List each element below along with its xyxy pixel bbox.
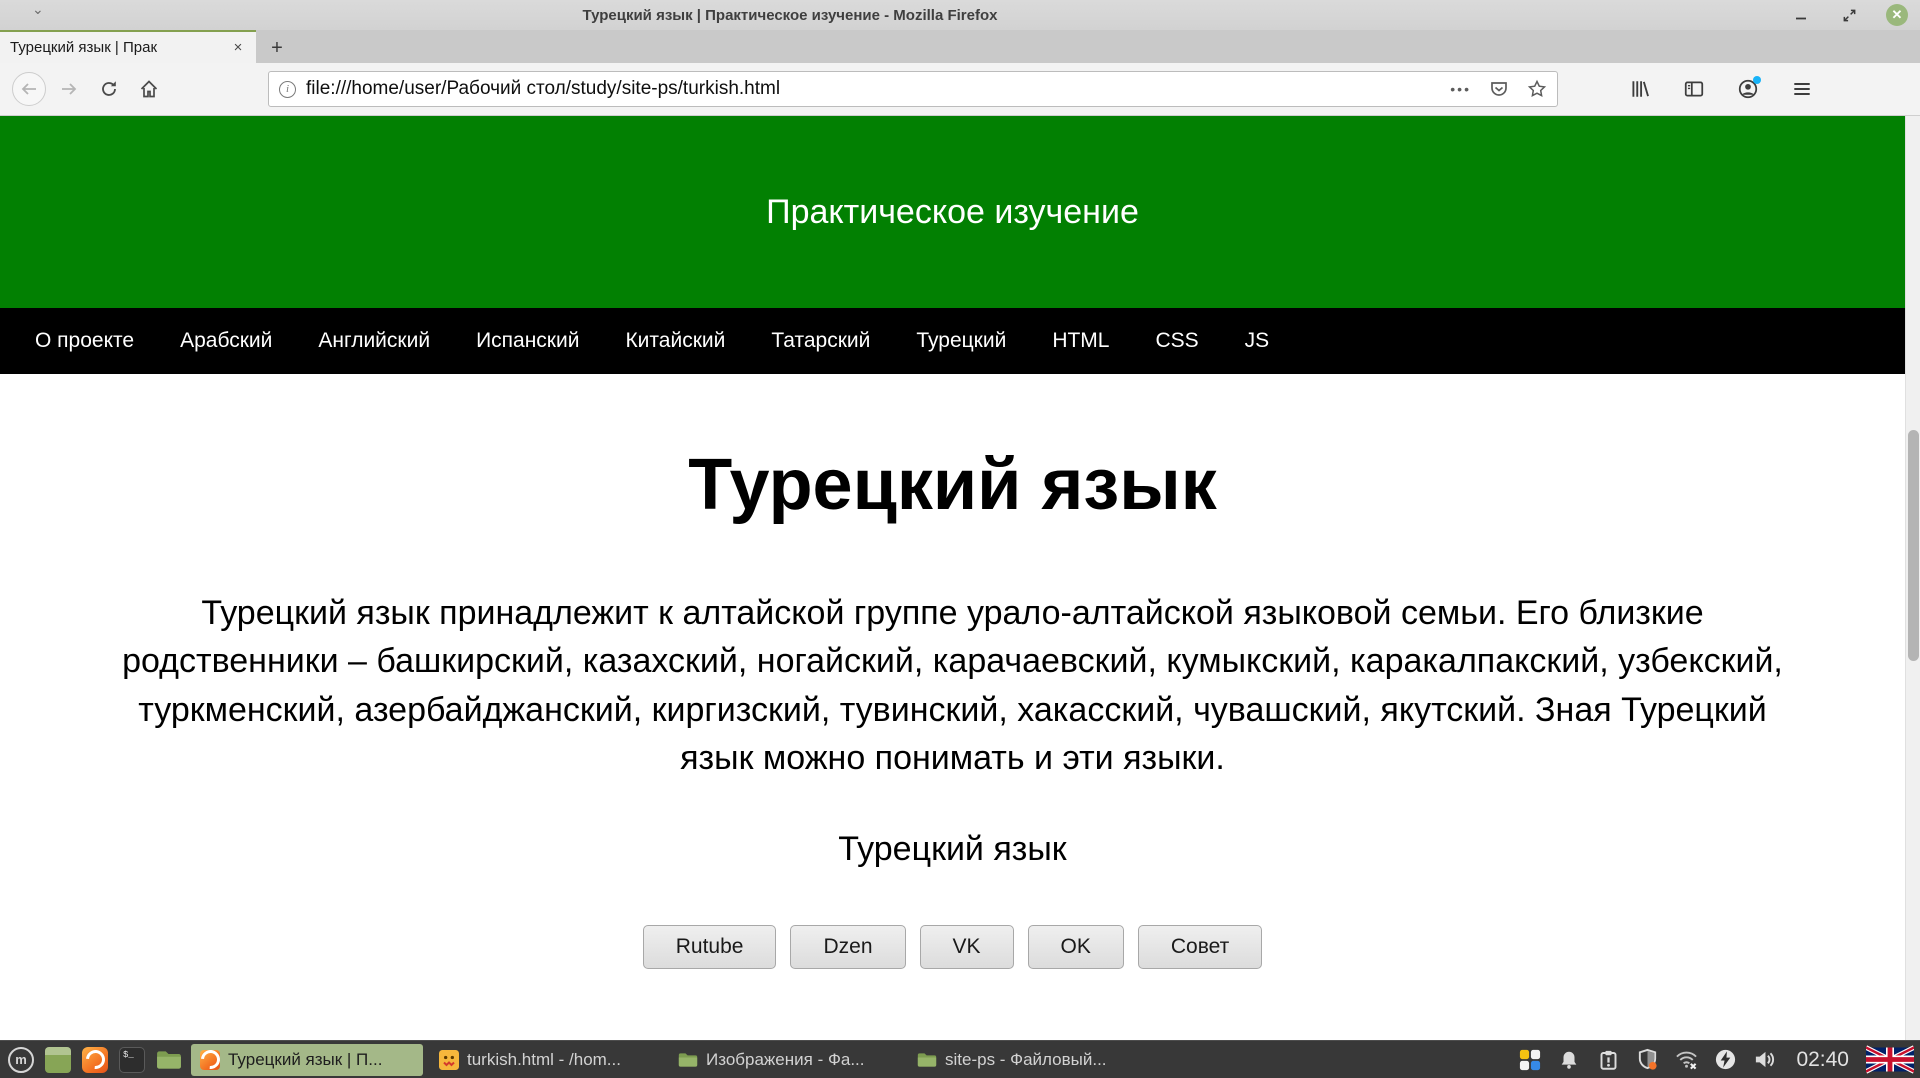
account-icon[interactable]: [1732, 73, 1764, 105]
terminal-launcher[interactable]: $_: [117, 1045, 147, 1075]
tab-close-icon[interactable]: ×: [228, 38, 248, 58]
taskbar-window-firefox[interactable]: Турецкий язык | П...: [191, 1044, 423, 1076]
notifications-bell-icon[interactable]: [1556, 1047, 1582, 1073]
show-desktop-button[interactable]: [43, 1045, 73, 1075]
text-editor-icon: [439, 1050, 459, 1070]
reload-button[interactable]: [92, 72, 126, 106]
url-bar[interactable]: i file:///home/user/Рабочий стол/study/s…: [268, 71, 1558, 107]
terminal-icon: $_: [119, 1047, 145, 1073]
site-info-icon[interactable]: i: [279, 81, 296, 98]
page-nav-menu: О проекте Арабский Английский Испанский …: [0, 308, 1905, 374]
browser-tab[interactable]: Турецкий язык | Прак ×: [0, 30, 256, 63]
taskbar-window-editor[interactable]: turkish.html - /hom...: [430, 1044, 662, 1076]
power-manager-icon[interactable]: [1712, 1047, 1738, 1073]
toolbar-right-icons: [1624, 73, 1818, 105]
pocket-icon[interactable]: [1489, 79, 1509, 99]
nav-link-english[interactable]: Английский: [318, 329, 430, 353]
url-text[interactable]: file:///home/user/Рабочий стол/study/sit…: [306, 78, 1440, 100]
task-label: Изображения - Фа...: [706, 1050, 865, 1070]
window-titlebar: ⌄ Турецкий язык | Практическое изучение …: [0, 0, 1920, 30]
mint-logo-icon: m: [8, 1047, 34, 1073]
file-manager-launcher[interactable]: [154, 1045, 184, 1075]
vk-button[interactable]: VK: [920, 925, 1014, 969]
library-icon[interactable]: [1624, 73, 1656, 105]
nav-link-css[interactable]: CSS: [1155, 329, 1198, 353]
browser-viewport: Практическое изучение О проекте Арабский…: [0, 116, 1920, 1040]
wifi-disconnected-icon[interactable]: [1673, 1047, 1699, 1073]
rutube-button[interactable]: Rutube: [643, 925, 777, 969]
desktop-icon: [45, 1047, 71, 1073]
nav-link-html[interactable]: HTML: [1052, 329, 1109, 353]
nav-link-turkish[interactable]: Турецкий: [916, 329, 1006, 353]
urlbar-actions: •••: [1450, 79, 1547, 99]
task-label: site-ps - Файловый...: [945, 1050, 1107, 1070]
folder-icon: [678, 1052, 698, 1068]
page-header-banner: Практическое изучение: [0, 116, 1905, 308]
keyboard-layout-flag-icon[interactable]: [1866, 1043, 1914, 1076]
account-notification-dot: [1753, 76, 1761, 84]
ok-button[interactable]: OK: [1028, 925, 1124, 969]
bookmark-star-icon[interactable]: [1527, 79, 1547, 99]
nav-link-about[interactable]: О проекте: [35, 329, 134, 353]
reports-icon[interactable]: [1517, 1047, 1543, 1073]
taskbar-window-siteps[interactable]: site-ps - Файловый...: [908, 1044, 1140, 1076]
new-tab-button[interactable]: +: [262, 33, 292, 63]
close-button[interactable]: ✕: [1886, 4, 1908, 26]
menu-hamburger-icon[interactable]: [1786, 73, 1818, 105]
intro-paragraph: Турецкий язык принадлежит к алтайской гр…: [113, 589, 1793, 782]
minimize-button[interactable]: [1790, 4, 1812, 26]
tab-title: Турецкий язык | Прак: [10, 39, 228, 56]
folder-icon: [156, 1050, 182, 1070]
tab-bar: Турецкий язык | Прак × +: [0, 30, 1920, 63]
page-title: Турецкий язык: [0, 446, 1905, 525]
mint-menu-button[interactable]: m: [6, 1045, 36, 1075]
task-label: Турецкий язык | П...: [228, 1050, 382, 1070]
dzen-button[interactable]: Dzen: [790, 925, 905, 969]
social-buttons-row: Rutube Dzen VK OK Совет: [0, 925, 1905, 969]
web-page: Практическое изучение О проекте Арабский…: [0, 116, 1905, 1040]
back-button[interactable]: [12, 72, 46, 106]
chevron-down-icon[interactable]: ⌄: [32, 2, 44, 16]
system-tray: 02:40: [1517, 1043, 1914, 1076]
scrollbar-thumb[interactable]: [1908, 430, 1919, 661]
folder-icon: [917, 1052, 937, 1068]
home-button[interactable]: [132, 72, 166, 106]
shield-security-icon[interactable]: [1634, 1047, 1660, 1073]
taskbar: m $_ Турецкий язык | П... turkish.html -…: [0, 1040, 1920, 1078]
nav-link-tatar[interactable]: Татарский: [771, 329, 870, 353]
volume-icon[interactable]: [1751, 1047, 1777, 1073]
firefox-icon: [82, 1047, 108, 1073]
desktop-screen: ⌄ Турецкий язык | Практическое изучение …: [0, 0, 1920, 1078]
page-scrollbar[interactable]: [1905, 116, 1920, 1040]
firefox-launcher[interactable]: [80, 1045, 110, 1075]
nav-link-arabic[interactable]: Арабский: [180, 329, 272, 353]
nav-link-js[interactable]: JS: [1245, 329, 1270, 353]
browser-toolbar: i file:///home/user/Рабочий стол/study/s…: [0, 63, 1920, 116]
sidebar-icon[interactable]: [1678, 73, 1710, 105]
page-main: Турецкий язык Турецкий язык принадлежит …: [0, 446, 1905, 969]
forward-button[interactable]: [52, 72, 86, 106]
video-section-heading: Турецкий язык: [0, 830, 1905, 869]
window-title: Турецкий язык | Практическое изучение - …: [0, 7, 1920, 24]
nav-link-spanish[interactable]: Испанский: [476, 329, 579, 353]
task-label: turkish.html - /hom...: [467, 1050, 621, 1070]
firefox-icon: [200, 1050, 220, 1070]
page-actions-icon[interactable]: •••: [1450, 81, 1471, 97]
sovet-button[interactable]: Совет: [1138, 925, 1262, 969]
site-title: Практическое изучение: [766, 193, 1139, 232]
window-controls: ✕: [1790, 0, 1908, 30]
taskbar-window-images[interactable]: Изображения - Фа...: [669, 1044, 901, 1076]
nav-link-chinese[interactable]: Китайский: [625, 329, 725, 353]
maximize-button[interactable]: [1838, 4, 1860, 26]
taskbar-clock[interactable]: 02:40: [1796, 1048, 1849, 1072]
update-clipboard-icon[interactable]: [1595, 1047, 1621, 1073]
